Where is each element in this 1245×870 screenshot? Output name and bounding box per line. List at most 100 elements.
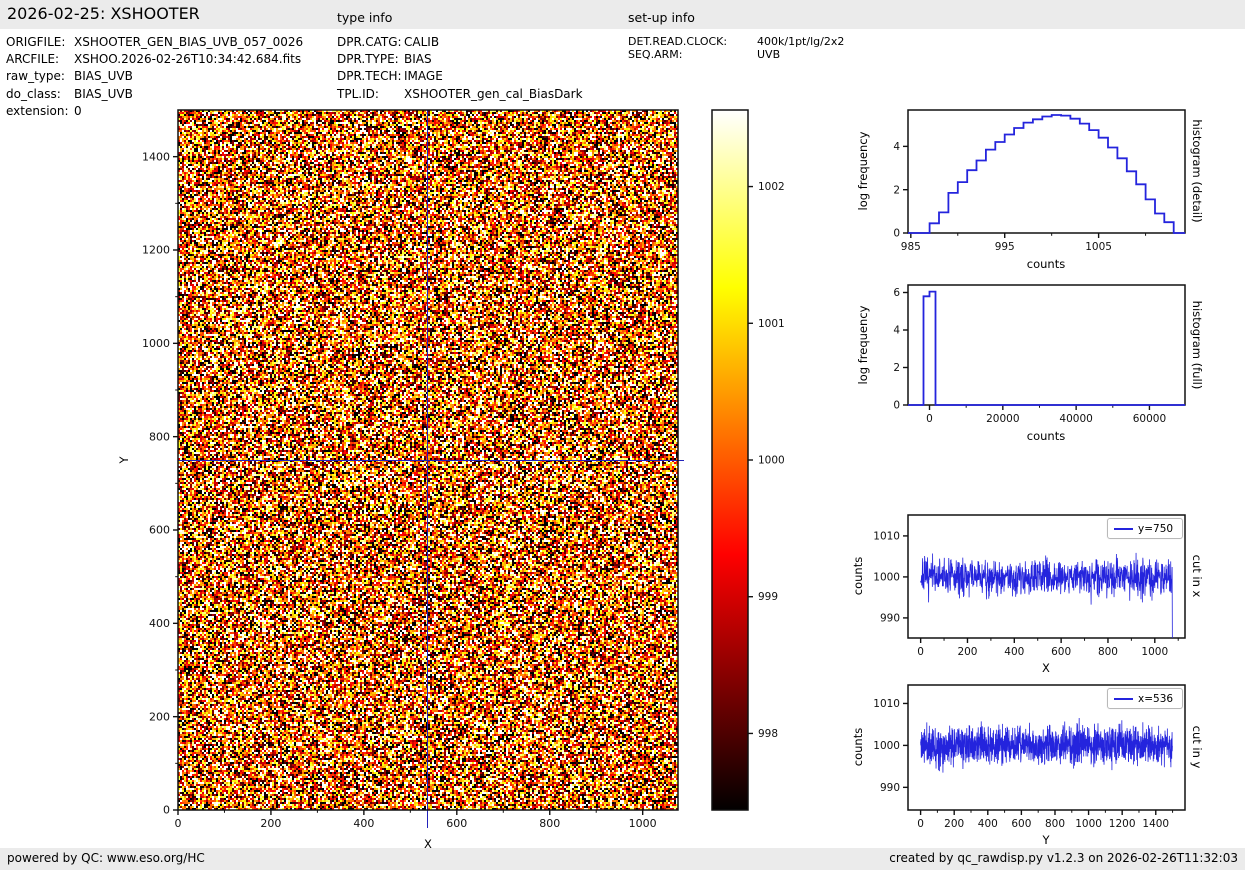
file-info-row: ARCFILE:XSHOO.2026-02-26T10:34:42.684.fi… [6,51,303,68]
cutx-right-label: cut in x [1190,555,1204,598]
cuty-legend: x=536 [1107,688,1183,709]
setup-info-row: DET.READ.CLOCK:400k/1pt/lg/2x2 [628,35,844,48]
file-info-row: do_class:BIAS_UVB [6,86,303,103]
type-info-row-value: XSHOOTER_gen_cal_BiasDark [404,87,583,101]
file-info-row-value: XSHOO.2026-02-26T10:34:42.684.fits [74,52,301,66]
y-tick-label: 2 [893,362,900,374]
type-info-row: DPR.CATG:CALIB [337,34,583,51]
cuty-legend-line-sample [1114,698,1133,700]
x-tick-label: 600 [1051,646,1071,658]
setup-info-row-key: SEQ.ARM: [628,48,757,61]
x-tick-label: 985 [901,241,921,253]
y-tick-label: 1010 [873,531,900,543]
type-info-row-key: DPR.TECH: [337,68,404,85]
cuty-xlabel: Y [1042,833,1049,847]
x-tick-label: 0 [917,646,924,658]
x-tick-label: 0 [917,818,924,830]
file-info-row-value: 0 [74,104,82,118]
x-tick-label: 200 [957,646,977,658]
x-tick-label: 400 [978,818,998,830]
y-tick-label: 1000 [873,740,900,752]
x-tick-label: 995 [995,241,1015,253]
x-tick-label: 800 [1045,818,1065,830]
file-info-row-key: extension: [6,103,74,120]
x-tick-label: 1000 [629,817,657,830]
setup-info-row-key: DET.READ.CLOCK: [628,35,757,48]
y-tick-label: 1010 [873,698,900,710]
cuty-legend-label: x=536 [1138,693,1173,705]
file-info-row-key: ORIGFILE: [6,34,74,51]
cutx-legend: y=750 [1107,518,1183,539]
y-tick-label: 4 [893,325,900,337]
x-tick-label: 400 [353,817,374,830]
y-tick-label: 990 [880,613,900,625]
x-tick-label: 400 [1004,646,1024,658]
cut-line-series [921,718,1173,773]
type-info-row-key: TPL.ID: [337,86,404,103]
y-tick-label: 2 [893,184,900,196]
y-tick-label: 200 [149,710,170,723]
file-info-row-key: ARCFILE: [6,51,74,68]
x-tick-label: 1000 [1075,818,1102,830]
cutx-legend-label: y=750 [1138,523,1173,535]
setup-info-heading: set-up info [628,10,695,25]
setup-info-row-value: UVB [757,48,780,61]
x-tick-label: 600 [446,817,467,830]
colorbar-tick-label: 999 [758,591,778,603]
y-tick-label: 0 [163,804,170,817]
y-tick-label: 1400 [142,150,170,163]
x-tick-label: 1400 [1142,818,1169,830]
x-tick-label: 800 [1098,646,1118,658]
type-info-row-value: BIAS [404,52,432,66]
colorbar-tick-label: 998 [758,728,778,740]
x-tick-label: 20000 [986,413,1019,425]
hist-full-right-label: histogram (full) [1190,301,1204,390]
y-tick-label: 1200 [142,244,170,257]
file-info-row-key: raw_type: [6,68,74,85]
crosshair-horizontal-line [178,460,684,461]
x-tick-label: 200 [944,818,964,830]
colorbar-tick-label: 1000 [758,455,785,467]
type-info-row-value: IMAGE [404,69,443,83]
file-info-list: ORIGFILE:XSHOOTER_GEN_BIAS_UVB_057_0026A… [6,34,303,120]
type-info-row-key: DPR.TYPE: [337,51,404,68]
x-tick-label: 0 [175,817,182,830]
y-tick-label: 1000 [142,337,170,350]
file-info-row-key: do_class: [6,86,74,103]
qc-report-page: 2026-02-25: XSHOOTER type info set-up in… [0,0,1245,870]
setup-info-list: DET.READ.CLOCK:400k/1pt/lg/2x2SEQ.ARM:UV… [628,35,844,61]
y-tick-label: 400 [149,617,170,630]
type-info-row: DPR.TECH:IMAGE [337,68,583,85]
crosshair-vertical-line [427,110,428,828]
cuty-ylabel: counts [851,728,865,766]
x-tick-label: 1005 [1085,241,1112,253]
y-tick-label: 990 [880,782,900,794]
type-info-row: TPL.ID:XSHOOTER_gen_cal_BiasDark [337,86,583,103]
plot-frame [908,285,1185,405]
y-tick-label: 0 [893,400,900,412]
hist-detail-ylabel: log frequency [856,132,870,211]
y-tick-label: 800 [149,430,170,443]
histogram-series [908,292,1185,405]
y-tick-label: 600 [149,524,170,537]
cuty-right-label: cut in y [1190,726,1204,769]
x-tick-label: 0 [926,413,933,425]
type-info-list: DPR.CATG:CALIBDPR.TYPE:BIASDPR.TECH:IMAG… [337,34,583,103]
y-tick-label: 1000 [873,572,900,584]
x-tick-label: 800 [539,817,560,830]
x-tick-label: 60000 [1133,413,1166,425]
y-tick-label: 4 [893,141,900,153]
colorbar-tick-label: 1001 [758,318,785,330]
hist-detail-xlabel: counts [1027,257,1065,271]
hist-full-xlabel: counts [1027,429,1065,443]
type-info-row-value: CALIB [404,35,439,49]
file-info-row-value: XSHOOTER_GEN_BIAS_UVB_057_0026 [74,35,303,49]
cutx-ylabel: counts [851,557,865,595]
setup-info-row: SEQ.ARM:UVB [628,48,844,61]
histogram-series [908,115,1185,233]
type-info-row: DPR.TYPE:BIAS [337,51,583,68]
colorbar-tick-label: 1002 [758,181,785,193]
plot-frame [908,110,1185,233]
y-tick-label: 0 [893,228,900,240]
type-info-heading: type info [337,10,392,25]
